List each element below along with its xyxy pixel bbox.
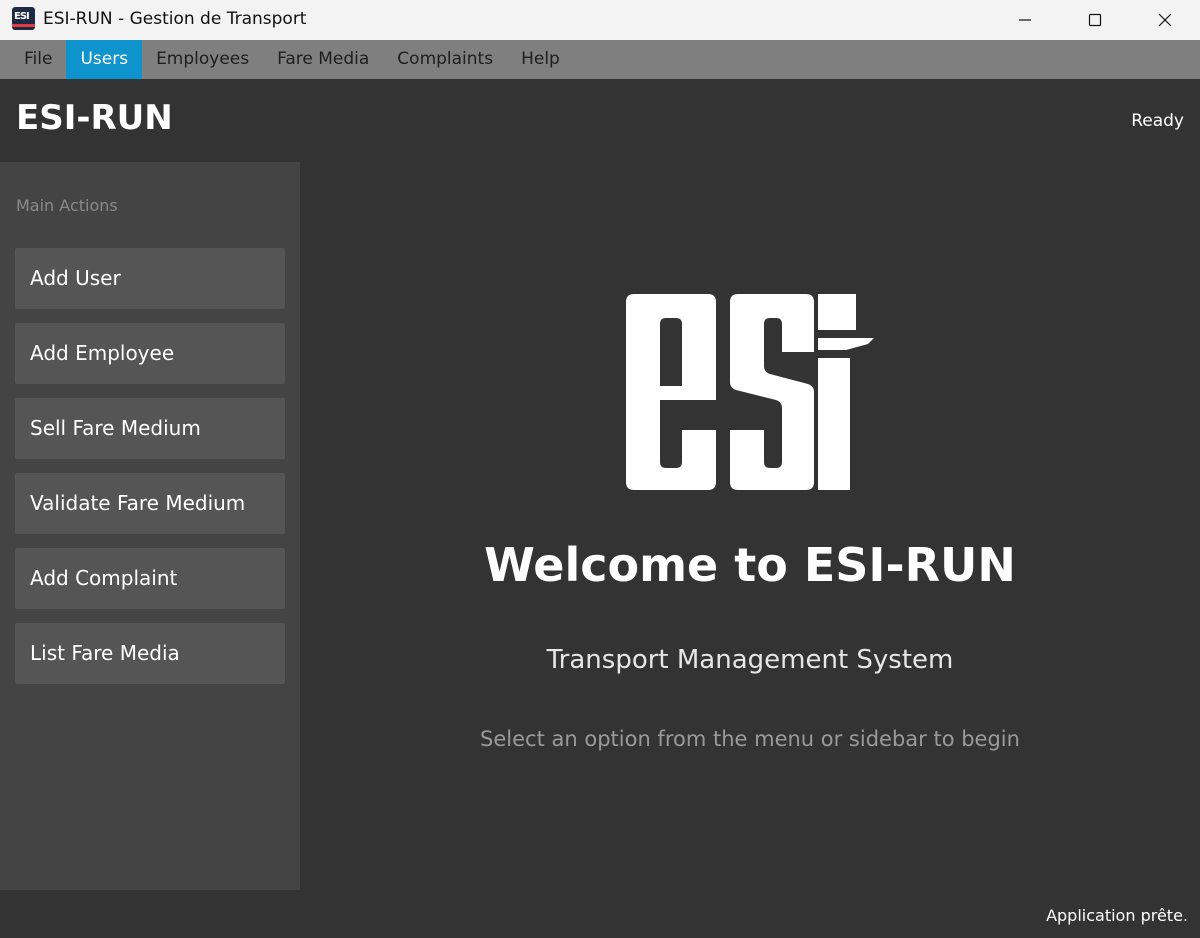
close-button[interactable] — [1130, 0, 1200, 40]
menu-bar: File Users Employees Fare Media Complain… — [0, 40, 1200, 79]
sell-fare-medium-button[interactable]: Sell Fare Medium — [15, 398, 285, 459]
minimize-icon — [1019, 19, 1031, 21]
title-bar: ESI ESI-RUN - Gestion de Transport — [0, 0, 1200, 40]
esi-logo — [626, 294, 874, 490]
menu-users[interactable]: Users — [66, 40, 143, 79]
menu-complaints[interactable]: Complaints — [383, 40, 507, 79]
status-bar-text: Application prête. — [1046, 906, 1188, 925]
welcome-heading: Welcome to ESI-RUN — [484, 538, 1016, 592]
maximize-button[interactable] — [1060, 0, 1130, 40]
hint-text: Select an option from the menu or sideba… — [480, 727, 1020, 751]
add-user-button[interactable]: Add User — [15, 248, 285, 309]
minimize-button[interactable] — [990, 0, 1060, 40]
list-fare-media-button[interactable]: List Fare Media — [15, 623, 285, 684]
esi-app-icon: ESI — [12, 7, 35, 30]
validate-fare-medium-button[interactable]: Validate Fare Medium — [15, 473, 285, 534]
brand-title: ESI-RUN — [16, 98, 173, 138]
subtitle: Transport Management System — [546, 645, 954, 675]
status-label: Ready — [1131, 111, 1184, 131]
menu-fare-media[interactable]: Fare Media — [263, 40, 383, 79]
sidebar-title: Main Actions — [16, 196, 118, 215]
add-employee-button[interactable]: Add Employee — [15, 323, 285, 384]
menu-employees[interactable]: Employees — [142, 40, 263, 79]
close-icon — [1158, 13, 1172, 27]
window-title: ESI-RUN - Gestion de Transport — [43, 9, 307, 29]
sidebar: Main Actions Add User Add Employee Sell … — [0, 162, 300, 890]
maximize-icon — [1088, 13, 1102, 27]
add-complaint-button[interactable]: Add Complaint — [15, 548, 285, 609]
menu-help[interactable]: Help — [507, 40, 574, 79]
menu-file[interactable]: File — [10, 40, 66, 79]
